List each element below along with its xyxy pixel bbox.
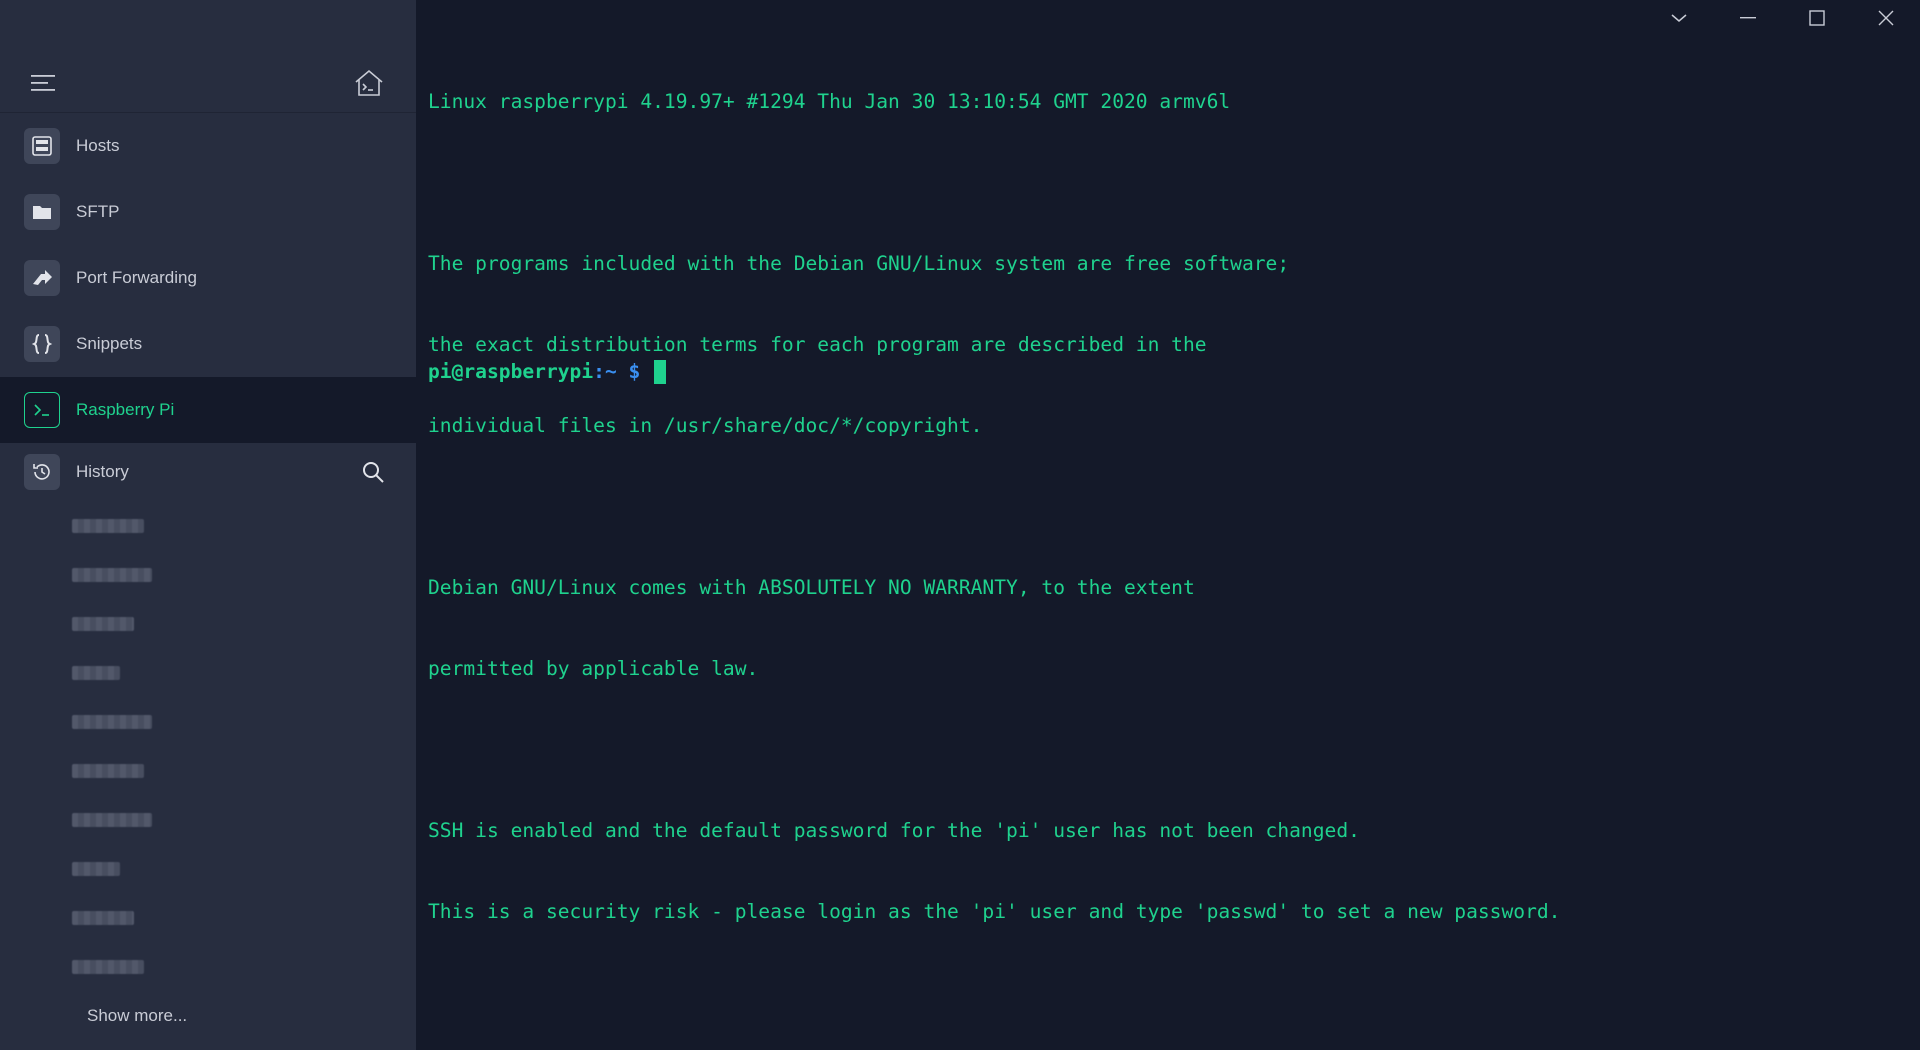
folder-icon (24, 194, 60, 230)
terminal-line: Linux raspberrypi 4.19.97+ #1294 Thu Jan… (428, 90, 1231, 113)
terminal-line: Debian GNU/Linux comes with ABSOLUTELY N… (428, 576, 1195, 599)
terminal-line: This is a security risk - please login a… (428, 900, 1561, 923)
history-item[interactable] (0, 942, 416, 991)
history-item[interactable] (0, 550, 416, 599)
terminal-line: individual files in /usr/share/doc/*/cop… (428, 414, 983, 437)
sidebar-item-sftp[interactable]: SFTP (0, 179, 416, 245)
close-icon[interactable] (1851, 0, 1920, 36)
window-controls (1644, 0, 1920, 36)
terminal-output: Linux raspberrypi 4.19.97+ #1294 Thu Jan… (428, 34, 1560, 979)
history-list (0, 501, 416, 991)
history-item[interactable] (0, 501, 416, 550)
server-icon (24, 128, 60, 164)
history-item[interactable] (0, 844, 416, 893)
chevron-down-icon[interactable] (1644, 0, 1713, 36)
terminal-cursor (654, 359, 667, 384)
terminal-prompt[interactable]: pi@raspberrypi:~ $ (428, 358, 667, 385)
terminal-line: the exact distribution terms for each pr… (428, 333, 1207, 356)
history-item[interactable] (0, 795, 416, 844)
prompt-user-host: pi@raspberrypi (428, 360, 594, 383)
sidebar-item-label: Port Forwarding (76, 268, 197, 287)
history-item[interactable] (0, 697, 416, 746)
terminal-icon (24, 392, 60, 428)
sidebar-item-label: Snippets (76, 334, 143, 353)
history-item[interactable] (0, 599, 416, 648)
sidebar-item-port-forwarding[interactable]: Port Forwarding (0, 245, 416, 311)
prompt-symbol: $ (616, 360, 653, 383)
show-more-link[interactable]: Show more... (87, 1006, 187, 1026)
terminal-pane[interactable]: Linux raspberrypi 4.19.97+ #1294 Thu Jan… (416, 0, 1920, 1050)
history-header[interactable]: History (0, 443, 416, 501)
prompt-path: :~ (593, 360, 617, 383)
sidebar-item-raspberry-pi[interactable]: Raspberry Pi (0, 377, 416, 443)
history-item[interactable] (0, 746, 416, 795)
sidebar-item-label: Raspberry Pi (76, 400, 175, 419)
sidebar-item-hosts[interactable]: Hosts (0, 113, 416, 179)
sidebar-item-label: Hosts (76, 136, 120, 155)
forward-arrow-icon (24, 260, 60, 296)
history-icon (24, 454, 60, 490)
hamburger-icon[interactable] (26, 68, 60, 98)
sidebar: Hosts SFTP Port Forwarding Snippets Rasp… (0, 0, 416, 1050)
sidebar-header (0, 0, 416, 113)
home-terminal-icon[interactable] (352, 67, 386, 99)
sidebar-item-label: SFTP (76, 202, 120, 221)
app-window: Hosts SFTP Port Forwarding Snippets Rasp… (0, 0, 1920, 1050)
history-item[interactable] (0, 648, 416, 697)
minimize-icon[interactable] (1713, 0, 1782, 36)
history-item[interactable] (0, 893, 416, 942)
search-icon[interactable] (360, 459, 386, 485)
maximize-icon[interactable] (1782, 0, 1851, 36)
terminal-line: SSH is enabled and the default password … (428, 819, 1360, 842)
braces-icon (24, 326, 60, 362)
history-section: History (0, 443, 416, 991)
sidebar-item-snippets[interactable]: Snippets (0, 311, 416, 377)
terminal-line: permitted by applicable law. (428, 657, 759, 680)
terminal-line: The programs included with the Debian GN… (428, 252, 1290, 275)
history-label: History (76, 462, 129, 481)
